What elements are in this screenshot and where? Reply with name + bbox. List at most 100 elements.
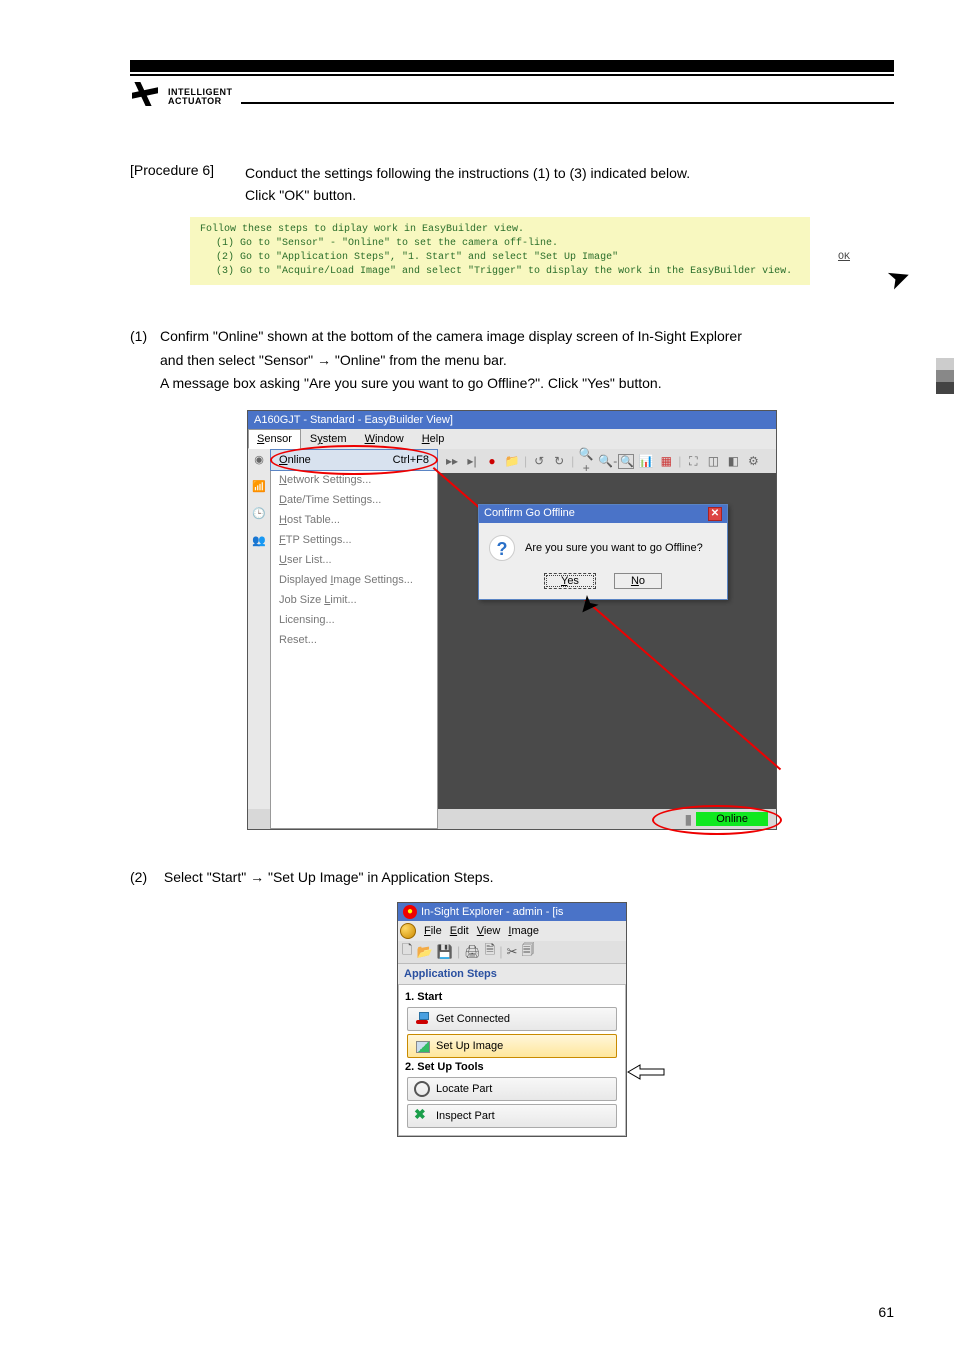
step-1-num: (1) <box>130 325 160 349</box>
procedure-6: [Procedure 6] Conduct the settings follo… <box>130 162 894 207</box>
menu-licensing[interactable]: Licensing... <box>271 610 437 630</box>
screenshot-1: A160GJT - Standard - EasyBuilder View] S… <box>247 410 777 830</box>
instruction-box: Follow these steps to diplay work in Eas… <box>190 217 810 285</box>
locate-part-label: Locate Part <box>436 1083 492 1095</box>
ok-button[interactable]: OK <box>838 251 850 265</box>
menu-sensor[interactable]: Sensor <box>248 429 301 449</box>
brand-rule <box>241 102 895 104</box>
step-1-l1: Confirm "Online" shown at the bottom of … <box>160 325 742 349</box>
inspect-part-button[interactable]: Inspect Part <box>407 1104 617 1128</box>
shot2-titlebar: ● In-Sight Explorer - admin - [is <box>398 903 626 921</box>
section-1-start: 1. Start <box>405 991 621 1003</box>
menu-host-table[interactable]: Host Table... <box>271 510 437 530</box>
menu2-view[interactable]: View <box>477 925 501 937</box>
menu2-file[interactable]: File <box>424 925 442 937</box>
shot1-toolbar: ▸▸ ▸| ● 📁 | ↺ ↻ | 🔍+ 🔍- 🔍 📊 ▦ | ⛶ ◫ <box>438 449 776 473</box>
zoom-fit-icon[interactable]: 🔍 <box>618 454 634 469</box>
users-icon: 👥 <box>252 534 266 547</box>
orb-icon[interactable] <box>400 923 416 939</box>
procedure-6-line1: Conduct the settings following the instr… <box>245 162 894 184</box>
instr-l0: Follow these steps to diplay work in Eas… <box>200 223 800 237</box>
copy-icon[interactable]: 🗐 <box>521 941 534 963</box>
image-setup-icon <box>414 1038 430 1054</box>
online-state-icon: ◉ <box>254 453 264 466</box>
brand-row: INTELLIGENT ACTUATOR <box>130 78 894 112</box>
status-online: Online <box>696 812 768 826</box>
settings-icon[interactable]: ⚙ <box>745 454 761 468</box>
clock-icon: 🕒 <box>252 507 266 520</box>
dialog-close-button[interactable]: ✕ <box>708 507 722 521</box>
open-icon[interactable]: 📂 <box>416 944 432 960</box>
sensor-icon: 📶 <box>252 480 266 493</box>
menu-datetime-settings[interactable]: Date/Time Settings... <box>271 490 437 510</box>
rotate-right-icon[interactable]: ↻ <box>551 454 567 468</box>
menu-reset[interactable]: Reset... <box>271 630 437 650</box>
menu-displayed-image-settings[interactable]: Displayed Image Settings... <box>271 570 437 590</box>
folder-icon[interactable]: 📁 <box>504 454 520 468</box>
scroll-handle-icon: ▮ <box>684 811 692 828</box>
connect-icon <box>414 1011 430 1027</box>
step-1-l3: A message box asking "Are you sure you w… <box>130 372 894 396</box>
locate-part-button[interactable]: Locate Part <box>407 1077 617 1101</box>
procedure-6-label: [Procedure 6] <box>130 162 245 207</box>
shot2-menubar: File Edit View Image <box>398 921 626 941</box>
menu-help[interactable]: Help <box>413 429 454 449</box>
record-icon[interactable]: ● <box>484 454 500 468</box>
step-2-body: Select "Start" → "Set Up Image" in Appli… <box>164 869 494 885</box>
screenshot-2: ● In-Sight Explorer - admin - [is File E… <box>397 902 627 1137</box>
get-connected-label: Get Connected <box>436 1013 510 1025</box>
menu-user-list[interactable]: User List... <box>271 550 437 570</box>
get-connected-button[interactable]: Get Connected <box>407 1007 617 1031</box>
inspect-icon <box>414 1108 430 1124</box>
procedure-6-line2: Click "OK" button. <box>245 184 894 206</box>
page-number: 61 <box>878 1304 894 1320</box>
play-icon[interactable]: ▸▸ <box>444 454 460 468</box>
sensor-menu-panel: Online Ctrl+F8 Network Settings... Date/… <box>270 449 438 829</box>
application-steps-heading: Application Steps <box>398 963 626 984</box>
step-1-l2: and then select "Sensor" → "Online" from… <box>130 349 894 373</box>
new-icon[interactable]: 🗋 <box>402 941 412 963</box>
cursor-icon: ➤ <box>882 258 915 297</box>
window-icon[interactable]: ◫ <box>705 454 721 468</box>
menu-window[interactable]: Window <box>356 429 413 449</box>
dialog-yes-button[interactable]: Yes <box>544 573 596 589</box>
app-icon: ● <box>403 905 417 919</box>
step-2-text: (2) Select "Start" → "Set Up Image" in A… <box>130 866 894 890</box>
save-icon[interactable]: 💾 <box>437 944 453 960</box>
menu2-edit[interactable]: Edit <box>450 925 469 937</box>
set-up-image-button[interactable]: Set Up Image <box>407 1034 617 1058</box>
menu-online[interactable]: Online Ctrl+F8 <box>270 449 438 471</box>
overlay-icon[interactable]: ◧ <box>725 454 741 468</box>
step-2-num: (2) <box>130 866 160 890</box>
preview-icon[interactable]: 🗎 <box>485 941 495 963</box>
fullscreen-icon[interactable]: ⛶ <box>685 454 701 469</box>
dialog-message: Are you sure you want to go Offline? <box>525 542 703 554</box>
locate-icon <box>414 1081 430 1097</box>
set-up-image-label: Set Up Image <box>436 1040 503 1052</box>
shot1-side-icons: ◉ 📶 🕒 👥 <box>248 449 270 829</box>
shot1-titlebar: A160GJT - Standard - EasyBuilder View] <box>248 411 776 429</box>
instr-l1: (1) Go to "Sensor" - "Online" to set the… <box>200 237 800 251</box>
menu-job-size-limit[interactable]: Job Size Limit... <box>271 590 437 610</box>
shot2-title-text: In-Sight Explorer - admin - [is <box>421 906 563 918</box>
pixel-icon[interactable]: ▦ <box>658 454 674 468</box>
cut-icon[interactable]: ✂ <box>507 944 518 960</box>
zoom-out-icon[interactable]: 🔍- <box>598 454 614 468</box>
step-icon[interactable]: ▸| <box>464 454 480 468</box>
menu-online-accel: Ctrl+F8 <box>393 454 429 466</box>
chart-icon[interactable]: 📊 <box>638 454 654 468</box>
brand-logo-icon <box>130 78 164 112</box>
header-stripe <box>130 60 894 72</box>
confirm-offline-dialog: Confirm Go Offline ✕ ? Are you sure you … <box>478 504 728 600</box>
menu-ftp-settings[interactable]: FTP Settings... <box>271 530 437 550</box>
instr-l2: (2) Go to "Application Steps", "1. Start… <box>200 251 800 265</box>
menu-system[interactable]: System <box>301 429 356 449</box>
rotate-left-icon[interactable]: ↺ <box>531 454 547 468</box>
dialog-no-button[interactable]: No <box>614 573 662 589</box>
step-1-text: (1) Confirm "Online" shown at the bottom… <box>130 325 894 396</box>
menu-network-settings[interactable]: Network Settings... <box>271 470 437 490</box>
zoom-in-icon[interactable]: 🔍+ <box>578 447 594 475</box>
menu2-image[interactable]: Image <box>508 925 539 937</box>
section-2-setup-tools: 2. Set Up Tools <box>405 1061 621 1073</box>
print-icon[interactable]: 🖨 <box>464 944 481 960</box>
